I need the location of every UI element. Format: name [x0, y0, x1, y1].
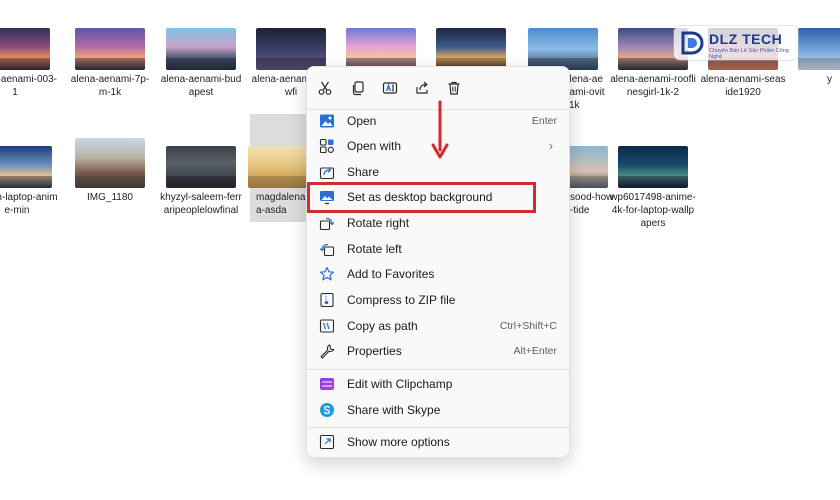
open-with-icon — [319, 138, 335, 154]
copy-icon — [352, 81, 364, 96]
menu-item-label: Show more options — [347, 435, 450, 449]
menu-item-label: Edit with Clipchamp — [347, 377, 453, 391]
menu-item-label: Share — [347, 165, 380, 179]
file-thumbnail — [346, 28, 416, 70]
file-thumbnail — [528, 28, 598, 70]
file-name: khyzyl-saleem-ferraripeoplelowfinal — [160, 192, 242, 216]
file-thumbnail — [256, 28, 326, 70]
logo-subtitle: Chuyên Bán Lẻ Sản Phẩm Công Nghệ — [709, 48, 789, 60]
file-thumbnail — [618, 146, 688, 188]
cut-icon — [318, 81, 332, 95]
file-item[interactable]: alena-aenami-budapest — [158, 28, 244, 99]
menu-item-share-with-skype[interactable]: Share with Skype — [313, 398, 563, 422]
file-name: alena-aenami-7p-m-1k — [70, 74, 150, 98]
file-thumbnail — [166, 146, 236, 188]
file-item[interactable]: IMG_1180 — [67, 138, 153, 204]
file-name: alena-aenami-seaside1920 — [700, 74, 786, 98]
menu-item-label: Properties — [347, 344, 402, 358]
file-item[interactable]: alena-aenami-003-1 — [0, 28, 58, 99]
menu-item-label: Rotate right — [347, 216, 410, 230]
menu-item-label: Share with Skype — [347, 403, 441, 417]
rotate-left-icon — [319, 241, 335, 257]
menu-item-shortcut: Enter — [531, 115, 557, 127]
file-thumbnail — [75, 138, 145, 188]
star-icon — [319, 266, 335, 282]
zip-icon — [319, 292, 335, 308]
skype-icon — [319, 402, 335, 418]
menu-item-shortcut: Alt+Enter — [513, 345, 557, 357]
menu-item-compress-zip[interactable]: Compress to ZIP file — [313, 288, 563, 312]
menu-item-label: Open with — [347, 139, 402, 153]
file-name: alena-aenami-budapest — [160, 74, 242, 98]
rotate-right-icon — [319, 215, 335, 231]
more-options-icon — [319, 434, 335, 450]
file-thumbnail — [0, 28, 50, 70]
menu-item-label: Copy as path — [347, 319, 418, 333]
file-name: e-nen-laptop-anime-min — [0, 192, 58, 216]
menu-item-copy-as-path[interactable]: Copy as path Ctrl+Shift+C — [313, 314, 563, 338]
cut-button[interactable] — [313, 76, 337, 100]
file-name: IMG_1180 — [87, 192, 133, 203]
brand-logo: DLZ TECH Chuyên Bán Lẻ Sản Phẩm Công Ngh… — [674, 26, 798, 60]
open-image-icon — [319, 113, 335, 129]
file-item[interactable]: alena-aenami-7p-m-1k — [67, 28, 153, 99]
file-name: wp6017498-anime-4k-for-laptop-wallpapers — [610, 192, 696, 229]
file-thumbnail — [436, 28, 506, 70]
file-item[interactable]: wp6017498-anime-4k-for-laptop-wallpapers — [610, 146, 696, 230]
file-thumbnail — [0, 146, 52, 188]
menu-item-show-more-options[interactable]: Show more options — [313, 430, 563, 454]
clipchamp-icon — [319, 376, 335, 392]
delete-button[interactable] — [442, 76, 466, 100]
menu-item-properties[interactable]: Properties Alt+Enter — [313, 339, 563, 363]
share-icon — [416, 81, 428, 94]
annotation-arrow-down-icon — [431, 100, 449, 159]
wrench-icon — [319, 343, 335, 359]
menu-item-label: Add to Favorites — [347, 267, 435, 281]
rename-icon — [382, 82, 398, 94]
logo-mark-icon — [681, 31, 704, 55]
file-thumbnail — [798, 28, 840, 70]
menu-item-label: Open — [347, 114, 377, 128]
share-quick-button[interactable] — [410, 76, 434, 100]
file-name: alena-aenami-rooflinesgirl-1k-2 — [610, 74, 696, 98]
file-thumbnail — [75, 28, 145, 70]
copy-path-icon — [319, 318, 335, 334]
share-icon — [319, 164, 335, 180]
menu-item-label: Compress to ZIP file — [347, 293, 456, 307]
file-item[interactable]: khyzyl-saleem-ferraripeoplelowfinal — [158, 146, 244, 217]
file-name: alena-aenami-003-1 — [0, 74, 57, 98]
menu-item-edit-with-clipchamp[interactable]: Edit with Clipchamp — [313, 372, 563, 396]
chevron-right-icon: › — [549, 139, 553, 153]
file-explorer-view: alena-aenami-003-1 alena-aenami-7p-m-1k … — [0, 0, 840, 500]
delete-icon — [448, 81, 460, 95]
rename-button[interactable] — [378, 76, 402, 100]
annotation-highlight-box — [307, 182, 536, 213]
menu-item-label: Rotate left — [347, 242, 402, 256]
file-name: y — [827, 74, 832, 85]
menu-item-share[interactable]: Share — [313, 160, 563, 184]
file-thumbnail — [166, 28, 236, 70]
menu-divider — [307, 369, 569, 370]
menu-item-rotate-left[interactable]: Rotate left — [313, 237, 563, 261]
menu-item-shortcut: Ctrl+Shift+C — [499, 320, 557, 332]
menu-divider — [307, 427, 569, 428]
logo-text: DLZ TECH — [709, 31, 783, 47]
menu-item-add-to-favorites[interactable]: Add to Favorites — [313, 262, 563, 286]
file-item[interactable]: e-nen-laptop-anime-min — [0, 146, 60, 217]
menu-item-rotate-right[interactable]: Rotate right — [313, 211, 563, 235]
copy-button[interactable] — [346, 76, 370, 100]
